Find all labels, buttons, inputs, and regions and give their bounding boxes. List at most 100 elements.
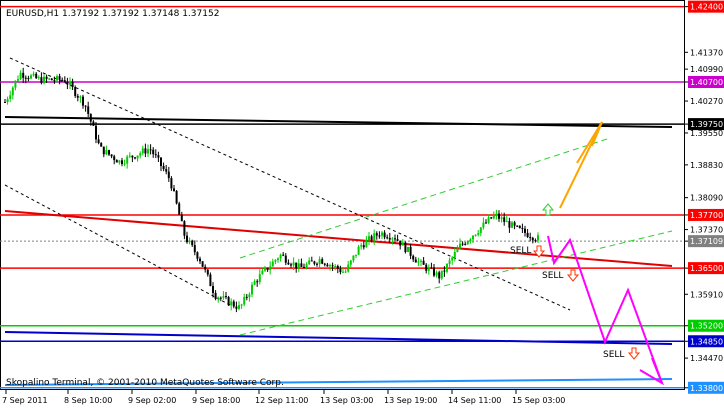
chart-window[interactable]: EURUSD,H1 1.37192 1.37192 1.37148 1.3715…	[0, 0, 724, 407]
candle-body	[43, 76, 45, 84]
time-tick-label: 12 Sep 11:00	[255, 396, 308, 405]
candle-body	[318, 259, 321, 265]
price-tick-label: 1.35200	[690, 322, 723, 331]
candle-body	[482, 222, 485, 228]
candle-body	[537, 235, 539, 241]
candle-body	[516, 225, 519, 227]
candle-body	[50, 78, 53, 81]
candle-body	[277, 258, 279, 261]
candle-body	[79, 96, 82, 98]
candle-body	[373, 233, 376, 241]
candle-body	[295, 262, 298, 269]
candle-body	[209, 274, 212, 287]
candle-body	[531, 237, 534, 241]
candle-body	[490, 217, 493, 219]
candle-body	[37, 77, 40, 79]
candle-body	[492, 214, 495, 219]
candle-body	[417, 261, 420, 263]
price-tick-label: 1.38090	[690, 194, 723, 203]
candle-body	[102, 146, 105, 155]
candle-body	[388, 238, 391, 240]
candle-body	[511, 222, 513, 228]
candle-body	[396, 239, 399, 241]
candle-body	[175, 190, 178, 204]
sell-label-3: SELL	[603, 350, 624, 360]
candle-body	[214, 292, 217, 299]
candle-body	[487, 217, 490, 223]
price-tick-label: 1.34850	[690, 337, 723, 346]
candle-body	[84, 105, 87, 107]
candle-body	[256, 281, 259, 283]
price-tick-label: 1.38830	[690, 161, 723, 170]
candle-body	[11, 87, 14, 96]
price-tick-label: 1.41370	[690, 48, 723, 57]
candle-body	[329, 265, 331, 267]
candle-body	[227, 297, 230, 306]
candle-body	[412, 255, 415, 260]
price-tick-label: 1.34470	[690, 354, 723, 363]
candle-body	[82, 96, 84, 106]
candle-body	[24, 77, 27, 79]
candle-body	[349, 260, 352, 265]
candle-body	[71, 82, 74, 88]
candle-body	[165, 169, 168, 172]
candle-body	[378, 235, 381, 237]
candle-body	[383, 232, 386, 238]
candle-body	[162, 166, 165, 170]
price-tick-label: 1.35910	[690, 290, 723, 299]
candle-body	[308, 260, 311, 265]
candle-body	[40, 77, 43, 84]
time-tick-label: 8 Sep 10:00	[64, 396, 112, 405]
candle-body	[212, 286, 214, 293]
candle-body	[160, 157, 162, 167]
candle-body	[279, 254, 282, 259]
candle-body	[440, 270, 443, 279]
candle-body	[360, 245, 363, 247]
candle-body	[292, 262, 295, 266]
candle-body	[498, 213, 500, 219]
candle-body	[326, 264, 329, 267]
candle-body	[178, 203, 181, 215]
price-tick-label: 1.37109	[690, 237, 723, 246]
candle-body	[518, 225, 521, 228]
candle-body	[183, 221, 186, 236]
candle-body	[141, 148, 144, 154]
candle-body	[157, 155, 160, 158]
candle-body	[206, 269, 209, 275]
candle-body	[347, 264, 350, 272]
candle-body	[134, 157, 136, 159]
candle-body	[339, 269, 342, 273]
candle-body	[401, 242, 404, 246]
candle-body	[370, 236, 373, 241]
time-tick-label: 13 Sep 19:00	[384, 396, 437, 405]
candle-body	[115, 160, 118, 163]
candle-body	[100, 143, 103, 147]
candle-body	[505, 221, 508, 223]
candle-body	[199, 258, 201, 262]
candle-body	[56, 76, 58, 81]
candle-body	[420, 260, 422, 262]
sell-label-1: SELL	[510, 246, 531, 256]
candle-body	[534, 240, 537, 242]
candle-body	[394, 238, 396, 240]
price-chart[interactable]: EURUSD,H1 1.37192 1.37192 1.37148 1.3715…	[0, 0, 724, 407]
candle-body	[274, 260, 277, 262]
candle-body	[282, 254, 285, 256]
candle-body	[464, 243, 467, 245]
price-tick-label: 1.37700	[690, 211, 723, 220]
candle-body	[240, 304, 243, 306]
candle-body	[136, 155, 139, 159]
time-tick-label: 7 Sep 2011	[2, 396, 48, 405]
price-tick-label: 1.33800	[690, 384, 723, 393]
candle-body	[474, 234, 477, 236]
candle-body	[201, 261, 204, 267]
candle-body	[61, 79, 64, 81]
candle-body	[451, 257, 454, 261]
candle-body	[375, 233, 378, 236]
candle-body	[391, 238, 394, 240]
candle-body	[30, 75, 32, 79]
candle-body	[76, 96, 79, 98]
candle-body	[435, 272, 438, 276]
candle-body	[204, 266, 207, 270]
candle-body	[472, 235, 474, 240]
